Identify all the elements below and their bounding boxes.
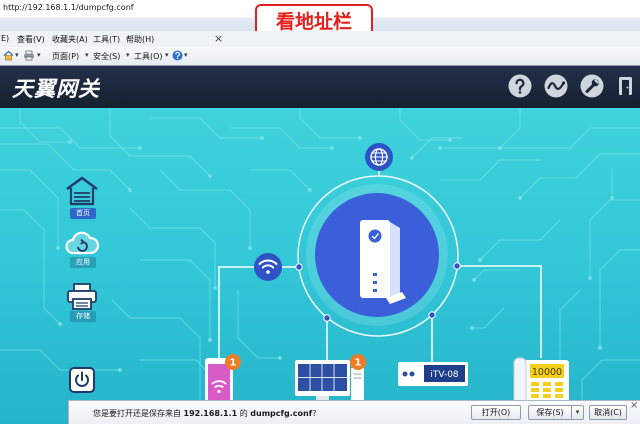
landline-phone-icon[interactable] <box>513 357 569 405</box>
safety-menu-dropdown[interactable]: ▾ <box>126 51 130 59</box>
help-icon[interactable] <box>172 50 183 61</box>
network-topology: 1 1 iTV-08 10000 <box>0 108 640 424</box>
print-dropdown[interactable]: ▾ <box>37 51 41 59</box>
page-menu[interactable]: 页面(P) <box>52 51 79 62</box>
sidebar-item-storage[interactable] <box>64 282 100 312</box>
download-prompt-suffix: ? <box>312 409 317 418</box>
gateway-header: 天翼网关 <box>0 66 640 108</box>
home-icon <box>66 176 98 206</box>
sidebar-item-home[interactable] <box>64 176 100 206</box>
browser-window: http://192.168.1.1/dumpcfg.conf 看地址栏 E) … <box>0 0 640 424</box>
download-notification-bar: 您是要打开还是保存来自 192.168.1.1 的 dumpcfg.conf? … <box>68 400 640 424</box>
open-button[interactable]: 打开(O) <box>471 405 521 420</box>
download-prompt: 您是要打开还是保存来自 192.168.1.1 的 dumpcfg.conf? <box>93 408 316 419</box>
menu-help[interactable]: 帮助(H) <box>126 34 154 45</box>
page-menu-dropdown[interactable]: ▾ <box>85 51 89 59</box>
address-url[interactable]: http://192.168.1.1/dumpcfg.conf <box>3 3 134 12</box>
menu-favorites[interactable]: 收藏夹(A) <box>52 34 88 45</box>
wifi-icon[interactable] <box>254 253 282 281</box>
close-notification-button[interactable]: × <box>630 401 638 411</box>
gateway-logo[interactable]: 天翼网关 <box>12 73 100 103</box>
save-options-dropdown[interactable]: ▾ <box>572 405 584 420</box>
set-top-box-label: iTV-08 <box>430 370 459 380</box>
router-icon[interactable] <box>315 193 439 317</box>
menu-bar: E) 查看(V) 收藏夹(A) 工具(T) 帮助(H) × <box>0 31 640 47</box>
cloud-app-icon <box>65 231 100 255</box>
landline-phone-number: 10000 <box>532 367 562 378</box>
safety-menu[interactable]: 安全(S) <box>93 51 120 62</box>
menu-tools[interactable]: 工具(T) <box>93 34 120 45</box>
home-dropdown[interactable]: ▾ <box>15 51 19 59</box>
help-icon[interactable] <box>508 74 532 98</box>
globe-icon[interactable] <box>365 143 393 171</box>
download-prompt-middle: 的 <box>239 409 248 418</box>
link-wifi-phone <box>218 266 254 358</box>
wrench-icon[interactable] <box>580 74 604 98</box>
menu-view[interactable]: 查看(V) <box>17 34 45 45</box>
logout-icon[interactable] <box>614 74 638 98</box>
computer-badge-count: 1 <box>355 358 362 369</box>
gateway-main: 1 1 iTV-08 10000 首页 应用 存储 <box>0 108 640 424</box>
sidebar-item-storage-label[interactable]: 存储 <box>70 311 96 322</box>
save-button[interactable]: 保存(S) <box>528 405 572 420</box>
cancel-button[interactable]: 取消(C) <box>589 405 627 420</box>
download-filename: dumpcfg.conf <box>250 409 313 418</box>
sidebar-item-apps[interactable] <box>64 228 100 258</box>
menu-edit[interactable]: E) <box>1 34 9 43</box>
power-button[interactable] <box>69 367 95 393</box>
download-prompt-prefix: 您是要打开还是保存来自 <box>93 409 181 418</box>
help-dropdown[interactable]: ▾ <box>184 51 188 59</box>
network-status-icon[interactable] <box>544 74 568 98</box>
sidebar-item-apps-label[interactable]: 应用 <box>70 257 96 268</box>
command-bar: ▾ ▾ 页面(P) ▾ 安全(S) ▾ 工具(O) ▾ ▾ <box>0 47 640 66</box>
home-icon[interactable] <box>3 50 14 61</box>
printer-icon[interactable] <box>23 50 35 61</box>
tools-menu-dropdown[interactable]: ▾ <box>165 51 169 59</box>
close-tab-button[interactable]: × <box>214 32 223 45</box>
sidebar-item-home-label[interactable]: 首页 <box>70 208 96 219</box>
power-icon <box>75 371 89 387</box>
tools-menu[interactable]: 工具(O) <box>134 51 163 62</box>
link-landline <box>457 265 542 358</box>
storage-icon <box>67 283 97 310</box>
download-host: 192.168.1.1 <box>183 409 238 418</box>
wifi-phone-badge-count: 1 <box>230 358 237 369</box>
